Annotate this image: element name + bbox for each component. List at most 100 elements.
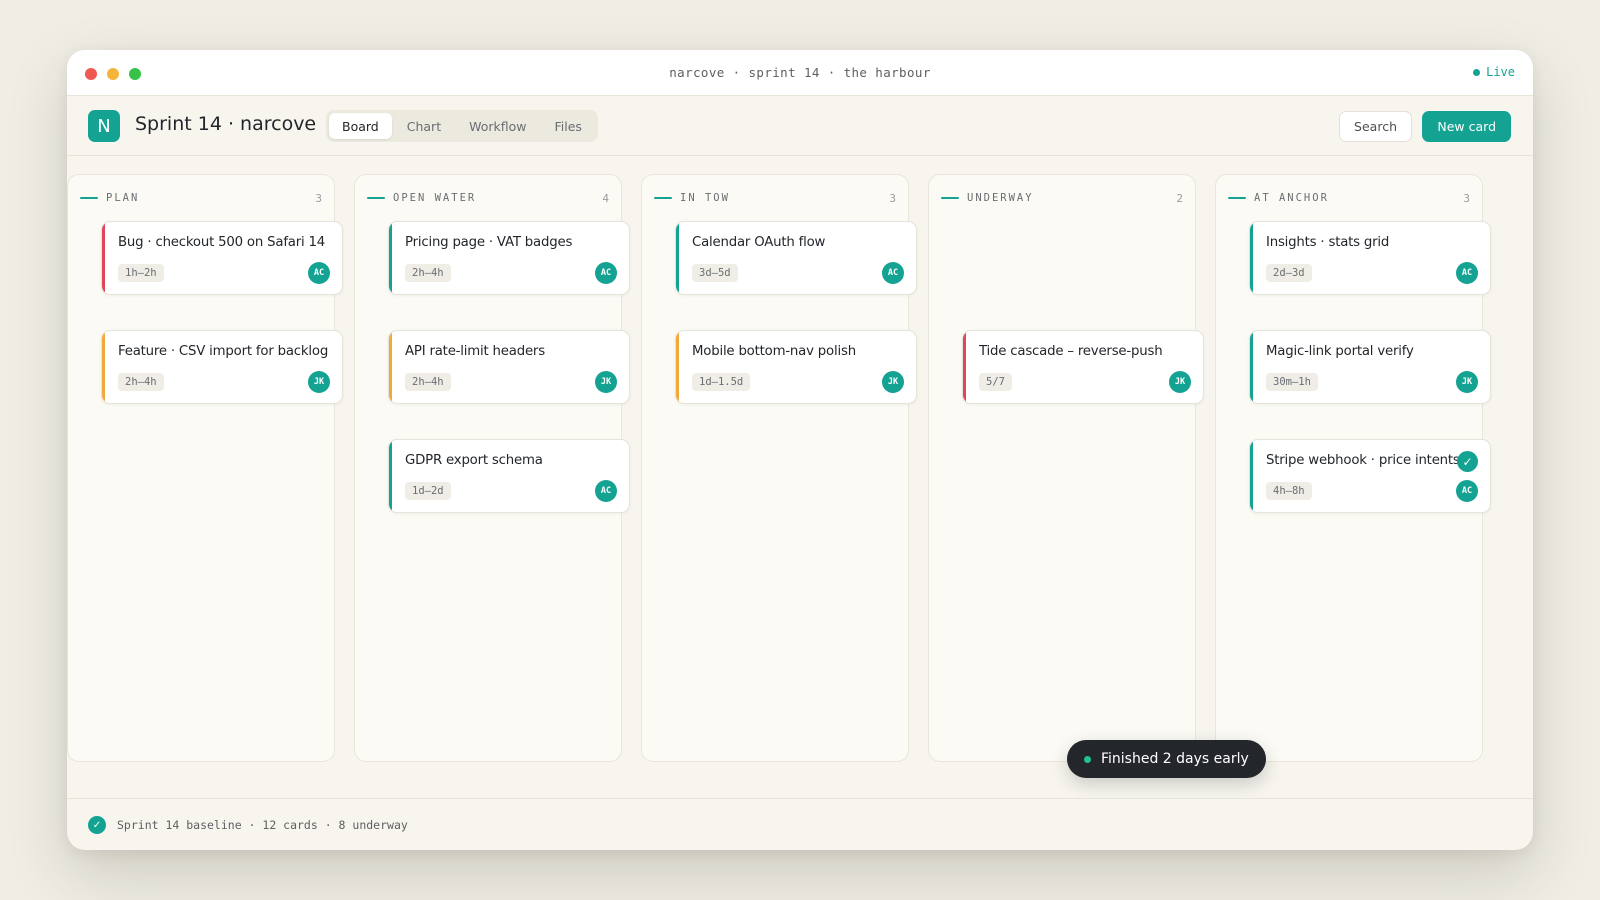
column-count: 2 — [1176, 191, 1183, 205]
priority-stripe — [1250, 222, 1253, 294]
task-card[interactable]: Stripe webhook · price intents ✓ 4h–8h A… — [1249, 439, 1491, 513]
status-dot-icon — [1084, 755, 1091, 763]
priority-stripe — [102, 331, 105, 403]
column-header: AT ANCHOR 3 — [1228, 190, 1470, 206]
estimate-badge: 3d–5d — [692, 264, 738, 282]
assignee-avatar[interactable]: AC — [308, 262, 330, 284]
column-at-anchor: AT ANCHOR 3 Insights · stats grid 2d–3d … — [1215, 174, 1491, 762]
task-card[interactable]: GDPR export schema 1d–2d AC — [388, 439, 630, 513]
estimate-badge: 1h–2h — [118, 264, 164, 282]
done-check-icon: ✓ — [1457, 451, 1478, 472]
new-card-button[interactable]: New card — [1422, 111, 1511, 142]
task-card[interactable]: Mobile bottom-nav polish 1d–1.5d JK — [675, 330, 917, 404]
card-title: Feature · CSV import for backlog — [118, 344, 329, 359]
assignee-avatar[interactable]: JK — [595, 371, 617, 393]
column-header: IN TOW 3 — [654, 190, 896, 206]
tab-files[interactable]: Files — [542, 113, 595, 139]
check-icon: ✓ — [88, 816, 106, 834]
card-title: Insights · stats grid — [1266, 235, 1390, 250]
estimate-badge: 1d–2d — [405, 482, 451, 500]
task-card[interactable]: Tide cascade – reverse-push 5/7 JK — [962, 330, 1204, 404]
kanban-board: PLAN 3 Bug · checkout 500 on Safari 14 1… — [67, 156, 1533, 812]
toast-text: Finished 2 days early — [1101, 751, 1249, 767]
task-card[interactable]: Magic-link portal verify 30m–1h JK — [1249, 330, 1491, 404]
estimate-badge: 2h–4h — [405, 373, 451, 391]
task-card[interactable]: Calendar OAuth flow 3d–5d AC — [675, 221, 917, 295]
title-bar: narcove · sprint 14 · the harbour Live — [67, 50, 1533, 96]
priority-stripe — [102, 222, 105, 294]
estimate-badge: 2h–4h — [405, 264, 451, 282]
column-marker-icon — [1228, 197, 1246, 199]
column-header: UNDERWAY 2 — [941, 190, 1183, 206]
estimate-badge: 30m–1h — [1266, 373, 1318, 391]
column-plan: PLAN 3 Bug · checkout 500 on Safari 14 1… — [67, 174, 343, 762]
column-count: 3 — [1463, 191, 1470, 205]
priority-stripe — [1250, 440, 1253, 512]
card-title: Mobile bottom-nav polish — [692, 344, 856, 359]
column-count: 3 — [315, 191, 322, 205]
live-status: Live — [1473, 65, 1515, 79]
task-card[interactable]: Insights · stats grid 2d–3d AC — [1249, 221, 1491, 295]
assignee-avatar[interactable]: JK — [308, 371, 330, 393]
column-name: IN TOW — [680, 192, 730, 204]
view-tabs: Board Chart Workflow Files — [326, 110, 598, 142]
estimate-badge: 4h–8h — [1266, 482, 1312, 500]
task-card[interactable]: Bug · checkout 500 on Safari 14 1h–2h AC — [101, 221, 343, 295]
progress-badge: 5/7 — [979, 373, 1012, 391]
assignee-avatar[interactable]: AC — [1456, 262, 1478, 284]
assignee-avatar[interactable]: JK — [882, 371, 904, 393]
card-title: Tide cascade – reverse-push — [979, 344, 1163, 359]
column-name: AT ANCHOR — [1254, 192, 1329, 204]
column-open-water: OPEN WATER 4 Pricing page · VAT badges 2… — [354, 174, 630, 762]
column-header: PLAN 3 — [80, 190, 322, 206]
column-in-tow: IN TOW 3 Calendar OAuth flow 3d–5d AC Mo… — [641, 174, 917, 762]
assignee-avatar[interactable]: AC — [595, 262, 617, 284]
card-title: Stripe webhook · price intents — [1266, 453, 1460, 468]
tab-workflow[interactable]: Workflow — [456, 113, 539, 139]
task-card[interactable]: Pricing page · VAT badges 2h–4h AC — [388, 221, 630, 295]
card-title: Pricing page · VAT badges — [405, 235, 573, 250]
status-footer: ✓ Sprint 14 baseline · 12 cards · 8 unde… — [67, 798, 1533, 850]
task-card[interactable]: Feature · CSV import for backlog 2h–4h J… — [101, 330, 343, 404]
window-title: narcove · sprint 14 · the harbour — [669, 65, 931, 80]
column-name: UNDERWAY — [967, 192, 1034, 204]
tab-chart[interactable]: Chart — [394, 113, 454, 139]
assignee-avatar[interactable]: JK — [1456, 371, 1478, 393]
column-marker-icon — [367, 197, 385, 199]
priority-stripe — [389, 440, 392, 512]
toolbar: N Sprint 14 · narcove Board Chart Workfl… — [67, 96, 1533, 156]
toast-notification: Finished 2 days early — [1067, 740, 1266, 778]
priority-stripe — [676, 331, 679, 403]
column-underway: UNDERWAY 2 Tide cascade – reverse-push 5… — [928, 174, 1204, 762]
priority-stripe — [963, 331, 966, 403]
priority-stripe — [389, 331, 392, 403]
card-title: Bug · checkout 500 on Safari 14 — [118, 235, 326, 250]
live-label: Live — [1486, 65, 1515, 79]
column-header: OPEN WATER 4 — [367, 190, 609, 206]
workspace-logo[interactable]: N — [88, 110, 120, 142]
priority-stripe — [676, 222, 679, 294]
column-marker-icon — [80, 197, 98, 199]
priority-stripe — [389, 222, 392, 294]
column-marker-icon — [654, 197, 672, 199]
tab-board[interactable]: Board — [329, 113, 392, 139]
live-dot-icon — [1473, 68, 1481, 76]
card-title: Calendar OAuth flow — [692, 235, 826, 250]
page-title: Sprint 14 · narcove — [135, 113, 317, 135]
column-count: 4 — [602, 191, 609, 205]
estimate-badge: 2h–4h — [118, 373, 164, 391]
priority-stripe — [1250, 331, 1253, 403]
task-card[interactable]: API rate-limit headers 2h–4h JK — [388, 330, 630, 404]
column-marker-icon — [941, 197, 959, 199]
card-title: GDPR export schema — [405, 453, 543, 468]
column-count: 3 — [889, 191, 896, 205]
estimate-badge: 2d–3d — [1266, 264, 1312, 282]
assignee-avatar[interactable]: AC — [1456, 480, 1478, 502]
assignee-avatar[interactable]: AC — [595, 480, 617, 502]
app-window: narcove · sprint 14 · the harbour Live N… — [67, 50, 1533, 850]
assignee-avatar[interactable]: JK — [1169, 371, 1191, 393]
card-title: API rate-limit headers — [405, 344, 545, 359]
search-button[interactable]: Search — [1339, 111, 1412, 142]
assignee-avatar[interactable]: AC — [882, 262, 904, 284]
estimate-badge: 1d–1.5d — [692, 373, 751, 391]
